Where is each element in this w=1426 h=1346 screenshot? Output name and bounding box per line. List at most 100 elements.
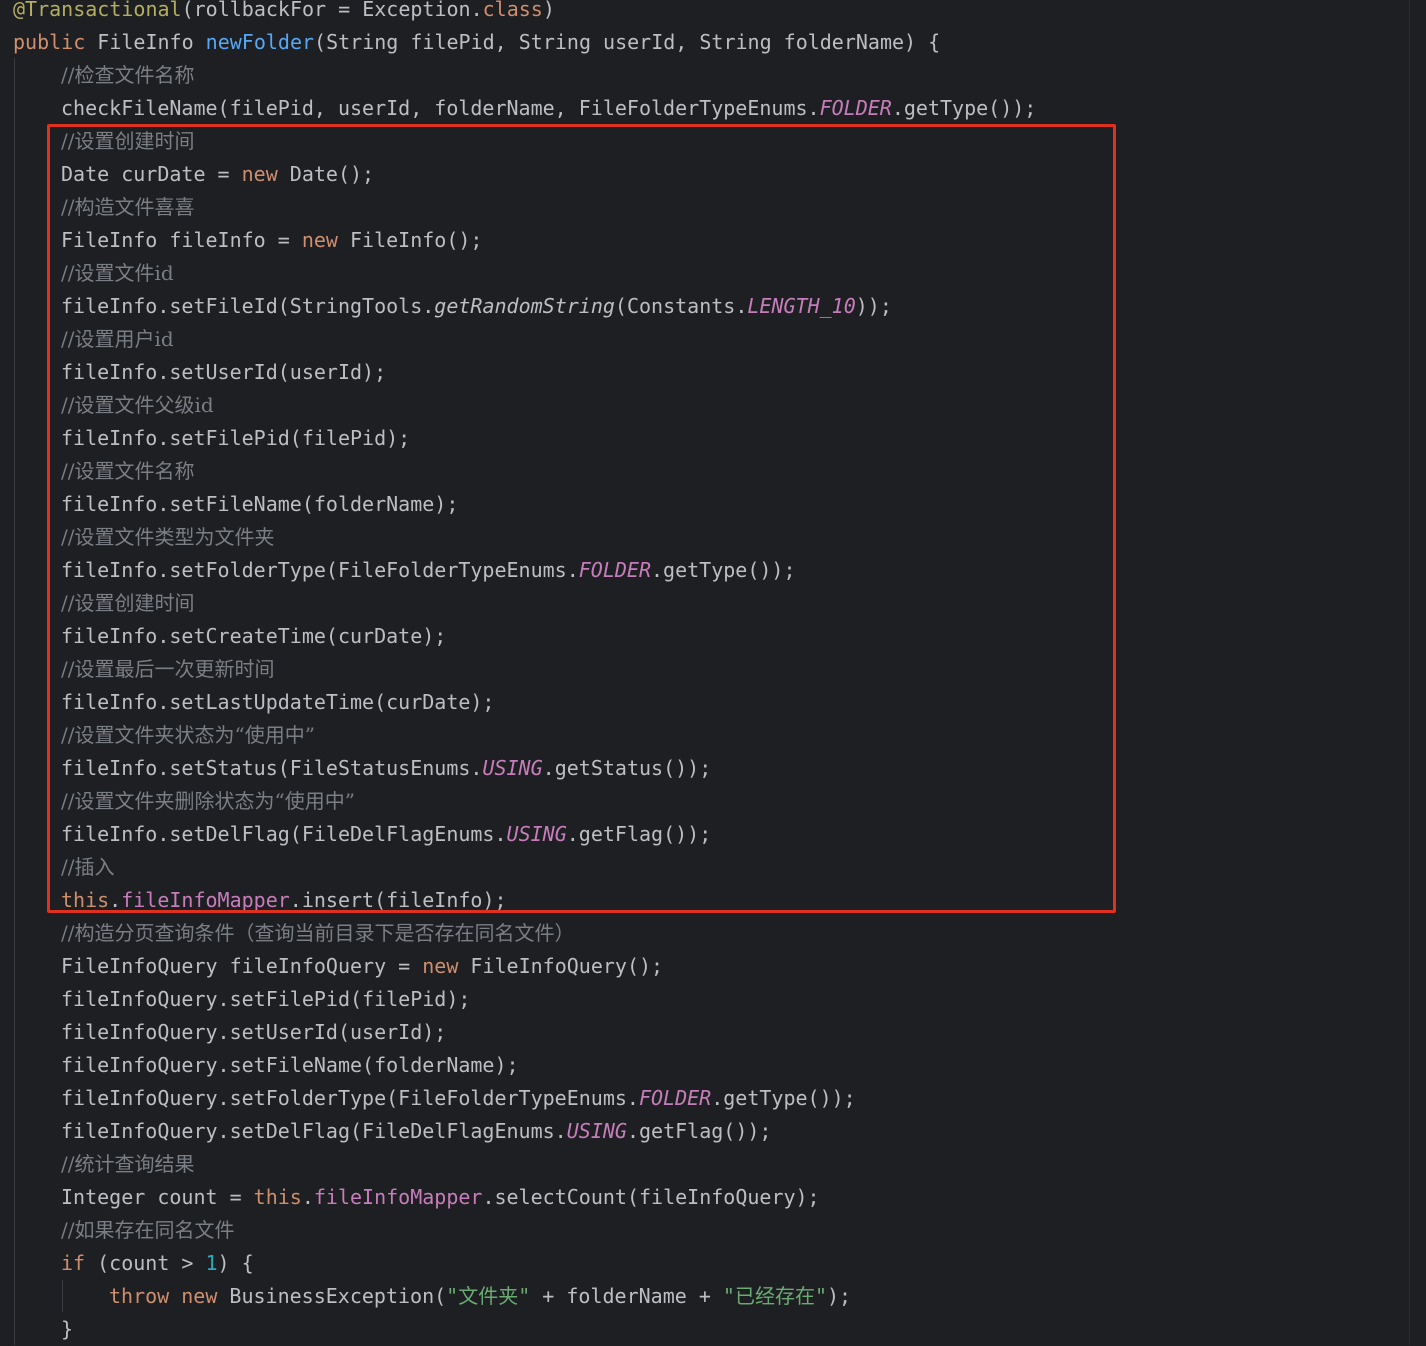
code-token: fileInfo.setFileId(StringTools. [61,294,435,318]
code-token: throw new [109,1284,230,1308]
code-line[interactable]: fileInfoQuery.setFolderType(FileFolderTy… [61,1082,856,1115]
code-comment: //设置文件类型为文件夹 [61,525,275,549]
code-token: Integer count = [61,1185,254,1209]
code-line[interactable]: fileInfo.setUserId(userId); [61,356,386,389]
indent-guide-inner [62,1280,63,1312]
code-line[interactable]: checkFileName(filePid, userId, folderNam… [61,92,1036,125]
code-line[interactable]: //设置创建时间 [61,587,194,620]
code-line[interactable]: //设置文件名称 [61,455,194,488]
code-token: fileInfo.setFileName(folderName); [61,492,459,516]
code-token: fileInfo.setFolderType(FileFolderTypeEnu… [61,558,579,582]
code-token: ) { [217,1251,254,1275]
code-line[interactable]: Integer count = this.fileInfoMapper.sele… [61,1181,820,1214]
code-token: FileInfo [97,30,206,54]
code-token: fileInfoQuery.setUserId(userId); [61,1020,447,1044]
code-token: )); [855,294,892,318]
code-token: . [301,1185,314,1209]
code-line[interactable]: //设置最后一次更新时间 [61,653,274,686]
code-line[interactable]: fileInfoQuery.setUserId(userId); [61,1016,446,1049]
code-line[interactable]: FileInfoQuery fileInfoQuery = new FileIn… [61,950,663,983]
code-token: fileInfoMapper [313,1185,483,1209]
code-token: .selectCount(fileInfoQuery); [482,1185,820,1209]
code-line[interactable]: //设置用户id [61,323,174,356]
code-line[interactable]: fileInfoQuery.setFileName(folderName); [61,1049,519,1082]
code-comment: //设置创建时间 [61,129,195,153]
code-line[interactable]: fileInfo.setFolderType(FileFolderTypeEnu… [61,554,796,587]
code-line[interactable]: //检查文件名称 [61,59,194,92]
code-line[interactable]: this.fileInfoMapper.insert(fileInfo); [61,884,507,917]
code-line[interactable]: //设置文件类型为文件夹 [61,521,274,554]
code-line[interactable]: //设置文件夹状态为“使用中” [61,719,315,752]
code-line[interactable]: fileInfo.setLastUpdateTime(curDate); [61,686,494,719]
code-token: FileInfoQuery(); [470,954,664,978]
code-token: .getFlag()); [566,822,712,846]
code-comment: //设置用户id [61,327,174,351]
code-line[interactable]: //插入 [61,851,114,884]
code-line[interactable]: FileInfo fileInfo = new FileInfo(); [61,224,482,257]
code-token: FOLDER [578,558,652,582]
code-token: .getFlag()); [626,1119,772,1143]
code-line[interactable]: fileInfo.setDelFlag(FileDelFlagEnums.USI… [61,818,711,851]
code-token: fileInfoQuery.setDelFlag(FileDelFlagEnum… [61,1119,567,1143]
code-line[interactable]: //构造文件喜喜 [61,191,194,224]
code-token: this [61,888,110,912]
code-token: getRandomString [434,294,615,318]
code-token: fileInfo.setUserId(userId); [61,360,387,384]
code-comment: //设置文件父级id [61,393,214,417]
code-line[interactable]: fileInfo.setCreateTime(curDate); [61,620,446,653]
code-token: new [301,228,350,252]
vertical-scrollbar[interactable] [1409,0,1426,1345]
code-line[interactable]: //统计查询结果 [61,1148,194,1181]
code-token: FOLDER [638,1086,712,1110]
code-line[interactable]: //设置文件夹删除状态为“使用中” [61,785,355,818]
code-editor[interactable]: @Transactional(rollbackFor = Exception.c… [0,0,1410,1345]
code-comment: //设置创建时间 [61,591,195,615]
code-token: .getType()); [651,558,796,582]
code-line[interactable]: //设置创建时间 [61,125,194,158]
code-line[interactable]: fileInfo.setFilePid(filePid); [61,422,410,455]
code-token: public [13,30,98,54]
code-comment: //构造文件喜喜 [61,195,195,219]
code-comment: //构造分页查询条件（查询当前目录下是否存在同名文件） [61,921,575,945]
code-line[interactable]: //设置文件id [61,257,174,290]
code-comment: //设置文件夹状态为“使用中” [61,723,315,747]
code-comment: //如果存在同名文件 [61,1218,235,1242]
code-token: fileInfo.setStatus(FileStatusEnums. [61,756,483,780]
code-token: fileInfo.setDelFlag(FileDelFlagEnums. [61,822,507,846]
code-token: FileInfo(); [350,228,483,252]
code-line[interactable]: } [61,1313,73,1346]
code-token: .insert(fileInfo); [289,888,507,912]
code-token: if [61,1251,98,1275]
code-token: checkFileName(filePid, userId, folderNam… [61,96,820,120]
code-token: FileInfo fileInfo = [61,228,302,252]
code-comment: //检查文件名称 [61,63,195,87]
code-line[interactable]: //如果存在同名文件 [61,1214,234,1247]
code-token: LENGTH_10 [747,294,856,318]
code-line[interactable]: fileInfoQuery.setFilePid(filePid); [61,983,470,1016]
code-token: (count > [97,1251,206,1275]
code-line[interactable]: @Transactional(rollbackFor = Exception.c… [13,0,555,26]
code-token: Date(); [289,162,375,186]
code-token: this [253,1185,302,1209]
code-token: newFolder [205,30,315,54]
code-line[interactable]: throw new BusinessException("文件夹" + fold… [109,1280,851,1313]
code-line[interactable]: fileInfo.setFileId(StringTools.getRandom… [61,290,892,323]
code-token: new [241,162,290,186]
code-line[interactable]: Date curDate = new Date(); [61,158,374,191]
code-token: .getType()); [711,1086,856,1110]
code-token: "已经存在" [722,1284,828,1308]
code-line[interactable]: //设置文件父级id [61,389,214,422]
code-token: .getType()); [891,96,1037,120]
code-line[interactable]: fileInfoQuery.setDelFlag(FileDelFlagEnum… [61,1115,771,1148]
code-line[interactable]: //构造分页查询条件（查询当前目录下是否存在同名文件） [61,917,574,950]
code-token: .getStatus()); [542,756,712,780]
code-token: (rollbackFor = Exception. [181,0,483,21]
code-line[interactable]: fileInfo.setStatus(FileStatusEnums.USING… [61,752,711,785]
indent-guide [14,58,15,1345]
code-token: class [482,0,543,21]
code-line[interactable]: public FileInfo newFolder(String filePid… [13,26,940,59]
code-token: fileInfoQuery.setFilePid(filePid); [61,987,471,1011]
code-line[interactable]: fileInfo.setFileName(folderName); [61,488,458,521]
code-token: fileInfo.setLastUpdateTime(curDate); [61,690,495,714]
code-line[interactable]: if (count > 1) { [61,1247,254,1280]
